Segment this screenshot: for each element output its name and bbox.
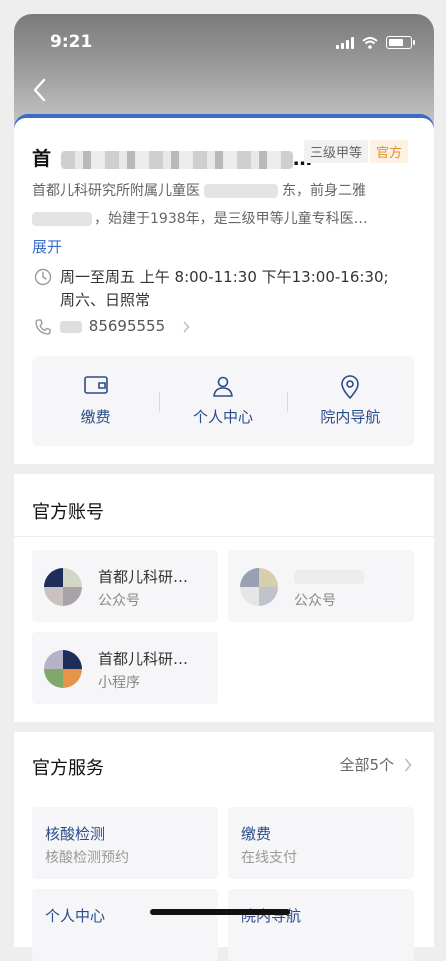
- account-type: 小程序: [98, 675, 140, 691]
- chevron-right-icon: [404, 758, 412, 771]
- chevron-right-icon: [183, 321, 190, 333]
- wallet-icon: [83, 376, 108, 394]
- description-text: 是三级甲等儿童专科医…: [213, 211, 368, 227]
- description-text: 首都儿科研究所附属儿童医: [32, 183, 200, 199]
- quick-actions-panel: 缴费 个人中心 院内导航: [32, 356, 414, 446]
- phone-number[interactable]: 85695555: [60, 317, 165, 335]
- account-avatar: [44, 568, 82, 606]
- status-icons: [336, 36, 415, 49]
- service-subtitle: 核酸检测预约: [45, 850, 129, 866]
- account-type: 公众号: [98, 593, 140, 609]
- service-card-payment[interactable]: 缴费 在线支付: [228, 807, 414, 879]
- status-bar: 9:21: [14, 14, 434, 70]
- back-button[interactable]: [28, 76, 52, 104]
- person-icon: [213, 376, 233, 397]
- wifi-icon: [362, 36, 378, 49]
- hours-weekend: 周六、日照常: [60, 291, 151, 309]
- location-pin-icon: [341, 375, 360, 399]
- account-name: 首都儿科研…: [98, 568, 189, 586]
- opening-hours: 周一至周五 上午 8:00-11:30 下午13:00-16:30; 周六、日照…: [60, 266, 389, 312]
- hospital-info-card: 首… 三级甲等 官方 首都儿科研究所附属儿童医 东，前身二雅 ，始建于1938年，…: [14, 118, 434, 464]
- divider: [14, 536, 434, 537]
- phone-screen: 9:21 首… 三级甲等 官方 首都儿科研究所附属儿童医 东，前身二雅 ，始建于1…: [0, 0, 446, 961]
- status-time: 9:21: [50, 32, 93, 52]
- account-name-redacted: [294, 570, 364, 584]
- hours-weekday: 周一至周五 上午 8:00-11:30 下午13:00-16:30;: [60, 268, 389, 286]
- service-card-personal-center[interactable]: 个人中心: [32, 889, 218, 961]
- service-card-hospital-navigation[interactable]: 院内导航: [228, 889, 414, 961]
- section-title: 官方服务: [32, 758, 104, 779]
- official-tag: 官方: [370, 140, 409, 163]
- account-avatar: [44, 650, 82, 688]
- redacted-text: [204, 184, 278, 198]
- description-text: 东，前身二雅: [282, 183, 366, 199]
- hospital-name-prefix: 首: [32, 148, 52, 170]
- quick-action-label: 缴费: [80, 408, 111, 426]
- quick-action-label: 个人中心: [192, 408, 253, 426]
- battery-icon: [386, 36, 415, 49]
- description-line-1: 首都儿科研究所附属儿童医 东，前身二雅: [32, 180, 366, 200]
- view-all-services-link[interactable]: 全部5个: [339, 754, 412, 775]
- service-subtitle: 在线支付: [241, 850, 297, 866]
- official-accounts-section: 官方账号 首都儿科研… 公众号 公众号 首都儿科研… 小程序: [14, 474, 434, 722]
- service-card-nucleic-acid-test[interactable]: 核酸检测 核酸检测预约: [32, 807, 218, 879]
- service-title: 个人中心: [45, 907, 106, 925]
- clock-icon: [34, 268, 52, 286]
- hospital-name: 首…: [32, 144, 312, 171]
- phone-number-digits: 85695555: [88, 317, 166, 335]
- quick-action-hospital-navigation[interactable]: 院内导航: [287, 356, 414, 446]
- section-title: 官方账号: [32, 502, 104, 523]
- service-title: 缴费: [241, 825, 272, 843]
- description-line-2: ，始建于1938年，是三级甲等儿童专科医…: [32, 208, 368, 228]
- account-card-wechat-official-2[interactable]: 公众号: [228, 550, 414, 622]
- account-avatar: [240, 568, 278, 606]
- quick-action-label: 院内导航: [320, 408, 381, 426]
- quick-action-personal-center[interactable]: 个人中心: [159, 356, 286, 446]
- expand-link[interactable]: 展开: [32, 236, 62, 257]
- account-card-wechat-official[interactable]: 首都儿科研… 公众号: [32, 550, 218, 622]
- home-indicator[interactable]: [150, 909, 290, 915]
- account-type: 公众号: [294, 593, 336, 609]
- grade-tag: 三级甲等: [304, 140, 369, 163]
- redacted-text: [61, 150, 294, 169]
- service-title: 核酸检测: [45, 825, 106, 843]
- signal-icon: [336, 36, 354, 49]
- account-card-mini-program[interactable]: 首都儿科研… 小程序: [32, 632, 218, 704]
- phone-icon: [35, 319, 51, 335]
- view-all-label: 全部5个: [339, 756, 394, 774]
- redacted-text: [60, 320, 82, 333]
- account-name: 首都儿科研…: [98, 650, 189, 668]
- quick-action-payment[interactable]: 缴费: [32, 356, 159, 446]
- redacted-text: [32, 212, 92, 226]
- description-text: ，始建于1938年，: [94, 211, 214, 227]
